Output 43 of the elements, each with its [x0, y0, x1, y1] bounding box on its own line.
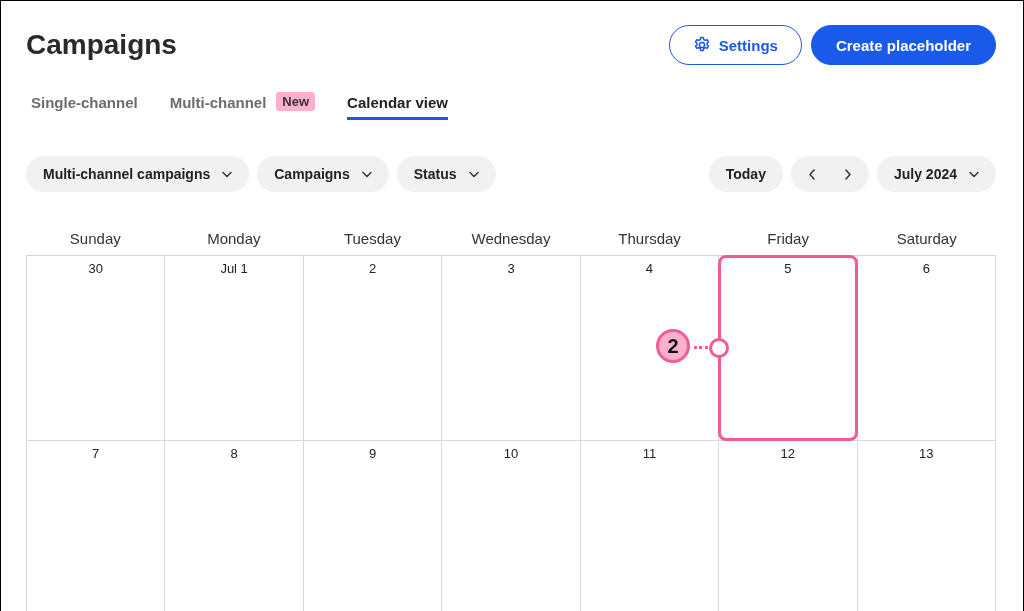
date-number: 6 [921, 260, 931, 276]
date-number: 30 [87, 260, 104, 276]
tab[interactable]: Single-channel [31, 94, 138, 120]
chevron-down-icon [222, 170, 233, 178]
filter-dropdown[interactable]: Campaigns [257, 156, 389, 192]
date-number: 7 [91, 445, 101, 461]
settings-icon [692, 36, 711, 54]
tab[interactable]: Calendar view [347, 94, 448, 120]
month-dropdown[interactable]: July 2024 [876, 156, 996, 192]
date-number: 13 [918, 445, 935, 461]
weekday-header: Wednesday [470, 230, 552, 249]
chevron-down-icon [969, 170, 979, 178]
callout-badge: 2 [656, 329, 691, 363]
date-number: 4 [644, 260, 655, 276]
weekday-header: Friday [766, 230, 810, 249]
weekday-header: Saturday [895, 230, 958, 249]
date-number: 8 [229, 445, 239, 461]
date-number: 3 [506, 260, 516, 276]
chevron-left-icon [807, 168, 816, 180]
anchor-dot [709, 338, 730, 358]
settings-button[interactable]: Settings [668, 25, 802, 65]
date-number: Jul 1 [219, 260, 249, 276]
date-number: 12 [779, 445, 797, 461]
weekday-header: Sunday [68, 230, 122, 249]
chevron-right-icon [843, 168, 852, 180]
leader-line [694, 346, 709, 349]
date-number: 10 [502, 445, 520, 461]
chevron-down-icon [468, 170, 479, 178]
weekday-header: Tuesday [342, 230, 402, 249]
weekday-header: Thursday [617, 230, 682, 249]
filter-dropdown[interactable]: Status [396, 156, 496, 192]
date-number: 11 [641, 445, 658, 461]
today-button[interactable]: Today [708, 156, 783, 192]
filter-dropdown[interactable]: Multi-channel campaigns [26, 156, 250, 192]
weekday-header: Monday [206, 230, 262, 249]
tab[interactable]: Multi-channel [169, 94, 267, 120]
page-title: Campaigns [26, 29, 177, 61]
date-number: 2 [367, 260, 378, 276]
new-badge: New [276, 92, 316, 111]
date-number: 9 [367, 445, 378, 461]
date-number: 5 [783, 260, 793, 276]
create-placeholder-button[interactable]: Create placeholder [810, 25, 996, 65]
chevron-down-icon [361, 170, 372, 178]
